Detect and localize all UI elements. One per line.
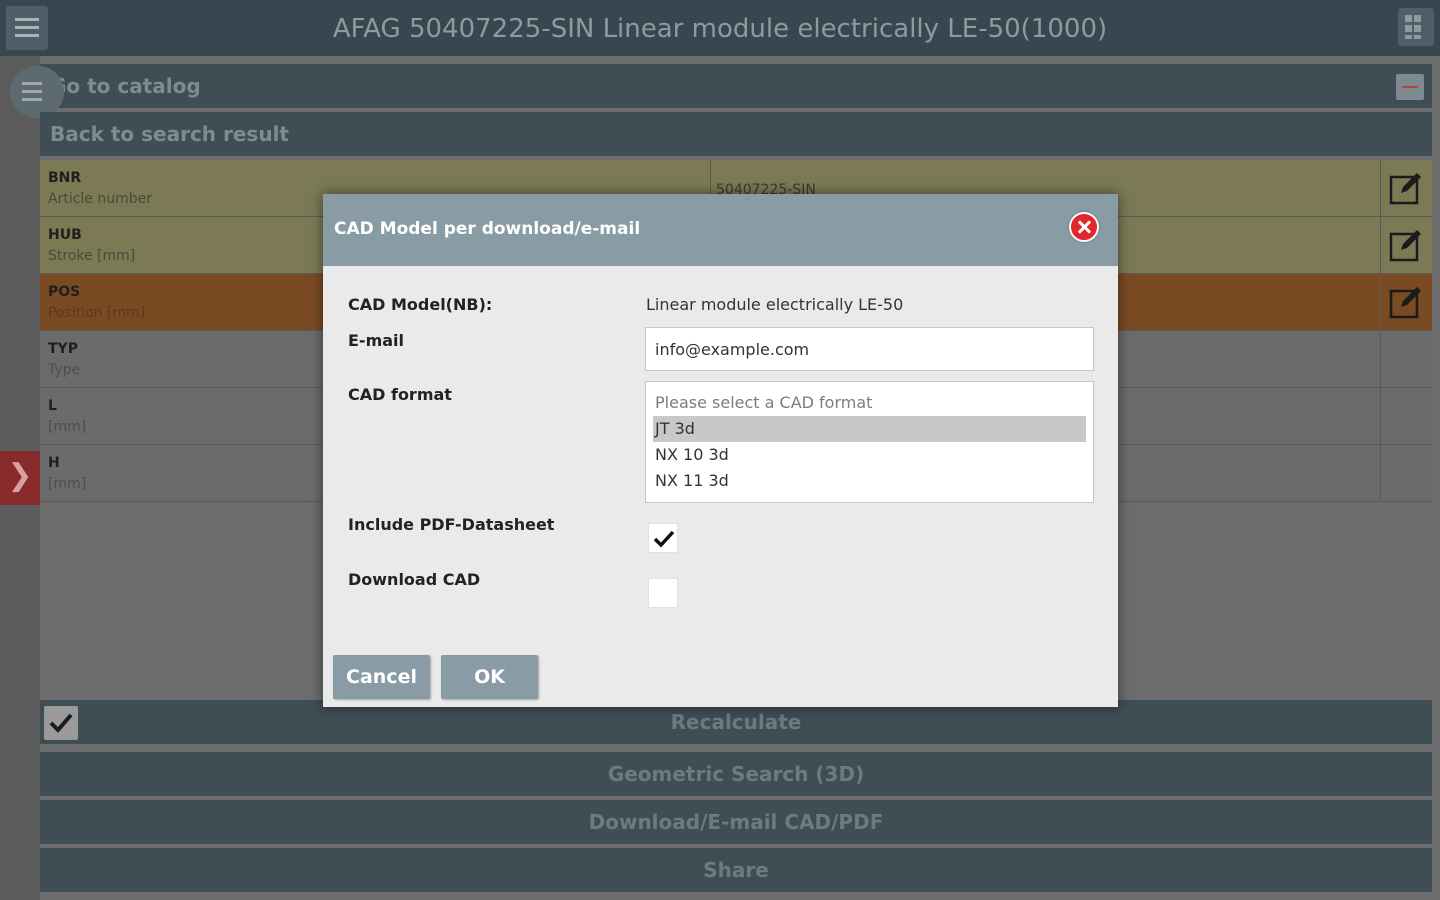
param-description: [mm]	[48, 419, 87, 435]
ok-button[interactable]: OK	[441, 655, 538, 699]
edit-cell	[1380, 331, 1432, 388]
edit-icon[interactable]	[1380, 217, 1432, 274]
recalculate-checkbox[interactable]	[44, 706, 78, 740]
cad-format-option[interactable]: JT 3d	[653, 416, 1086, 442]
cad-format-option[interactable]: NX 10 3d	[653, 442, 1086, 468]
download-cad-checkbox[interactable]	[648, 578, 678, 608]
geometric-search-button[interactable]: Geometric Search (3D)	[40, 752, 1432, 796]
param-description: Stroke [mm]	[48, 248, 136, 264]
param-description: [mm]	[48, 476, 87, 492]
param-description: Position [mm]	[48, 305, 146, 321]
chevron-right-icon[interactable]: ❯	[0, 451, 40, 505]
dialog-header: CAD Model per download/e-mail	[323, 194, 1118, 266]
grid-view-icon[interactable]	[1398, 8, 1434, 46]
cad-model-label: CAD Model(NB):	[348, 295, 493, 314]
cad-download-dialog: CAD Model per download/e-mail CAD Model(…	[323, 194, 1118, 707]
edit-cell	[1380, 445, 1432, 502]
edit-icon[interactable]	[1380, 274, 1432, 331]
edit-cell	[1380, 388, 1432, 445]
app-header: AFAG 50407225-SIN Linear module electric…	[0, 0, 1440, 56]
param-code: BNR	[48, 170, 82, 186]
email-field[interactable]	[645, 327, 1094, 371]
cad-format-option[interactable]: NX 11 3d	[653, 468, 1086, 494]
email-label: E-mail	[348, 331, 405, 350]
param-code: L	[48, 398, 57, 414]
param-code: POS	[48, 284, 81, 300]
cad-format-label: CAD format	[348, 385, 452, 404]
param-description: Type	[48, 362, 81, 378]
download-email-button[interactable]: Download/E-mail CAD/PDF	[40, 800, 1432, 844]
include-pdf-checkbox[interactable]	[648, 523, 678, 553]
page-title: AFAG 50407225-SIN Linear module electric…	[332, 14, 1108, 44]
close-icon[interactable]	[1069, 212, 1099, 242]
download-cad-label: Download CAD	[348, 570, 481, 589]
cad-format-placeholder[interactable]: Please select a CAD format	[653, 390, 1086, 416]
back-to-search-button[interactable]: Back to search result	[40, 112, 1432, 156]
include-pdf-label: Include PDF-Datasheet	[348, 515, 555, 534]
param-code: H	[48, 455, 60, 471]
go-to-catalog-button[interactable]: Go to catalog	[40, 64, 1432, 108]
edit-icon[interactable]	[1380, 160, 1432, 217]
go-to-catalog-label: Go to catalog	[50, 74, 201, 98]
cancel-button[interactable]: Cancel	[333, 655, 430, 699]
cad-format-listbox[interactable]: Please select a CAD format JT 3d NX 10 3…	[645, 381, 1094, 503]
cad-model-value: Linear module electrically LE-50	[646, 295, 904, 314]
back-to-search-label: Back to search result	[50, 122, 289, 146]
param-description: Article number	[48, 191, 153, 207]
catalog-list-icon[interactable]	[10, 66, 64, 118]
param-code: TYP	[48, 341, 78, 357]
collapse-icon[interactable]	[1396, 74, 1424, 100]
dialog-title: CAD Model per download/e-mail	[334, 219, 641, 239]
share-button[interactable]: Share	[40, 848, 1432, 892]
param-code: HUB	[48, 227, 82, 243]
